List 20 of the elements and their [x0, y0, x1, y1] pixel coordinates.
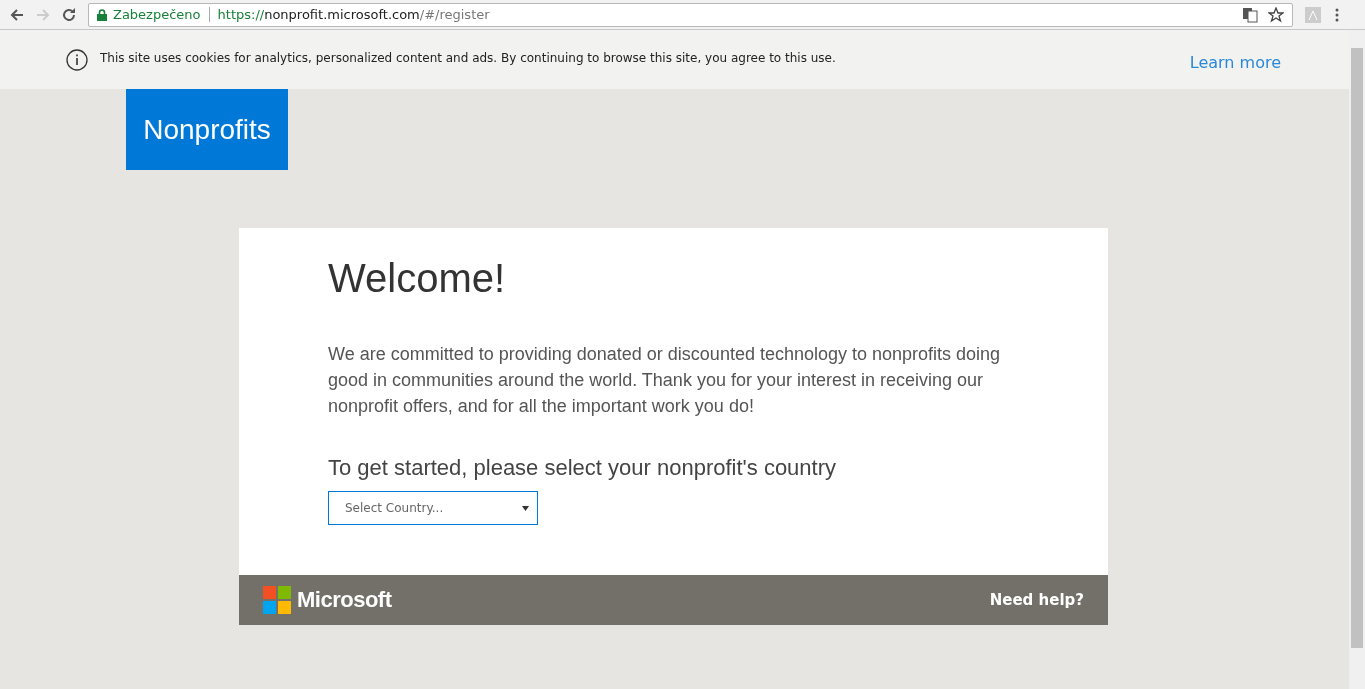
star-icon[interactable]: [1268, 6, 1284, 23]
learn-more-link[interactable]: Learn more: [1189, 53, 1281, 72]
country-prompt: To get started, please select your nonprofit's country: [328, 455, 838, 481]
url-text: https://nonprofit.microsoft.com/#/register: [217, 7, 490, 22]
lock-icon: [97, 8, 107, 21]
scrollbar[interactable]: [1349, 30, 1365, 689]
info-icon: [66, 48, 88, 71]
nonprofits-logo: Nonprofits: [126, 89, 288, 170]
translate-icon[interactable]: [1242, 6, 1258, 23]
caret-icon: [522, 505, 529, 511]
security-label: Zabezpečeno: [113, 7, 210, 22]
brand-name: Microsoft: [297, 587, 393, 613]
need-help-link[interactable]: Need help?: [989, 591, 1084, 609]
menu-icon[interactable]: [1335, 6, 1339, 23]
welcome-heading: Welcome!: [328, 256, 507, 301]
country-select[interactable]: Select Country...: [328, 491, 538, 525]
windows-logo-icon: [263, 586, 291, 614]
address-bar[interactable]: Zabezpečeno https://nonprofit.microsoft.com/#/register: [88, 2, 1293, 27]
intro-paragraph: We are committed to providing donated or discounted technology to nonprofits doing good in communities around the world. Thank you for your interest in receiving our nonprofit offers, and for all the important work you do!: [328, 343, 1002, 418]
cookie-notice: This site uses cookies for analytics, personalized content and ads. By continuing to browse this site, you agree to this use.: [100, 50, 837, 65]
